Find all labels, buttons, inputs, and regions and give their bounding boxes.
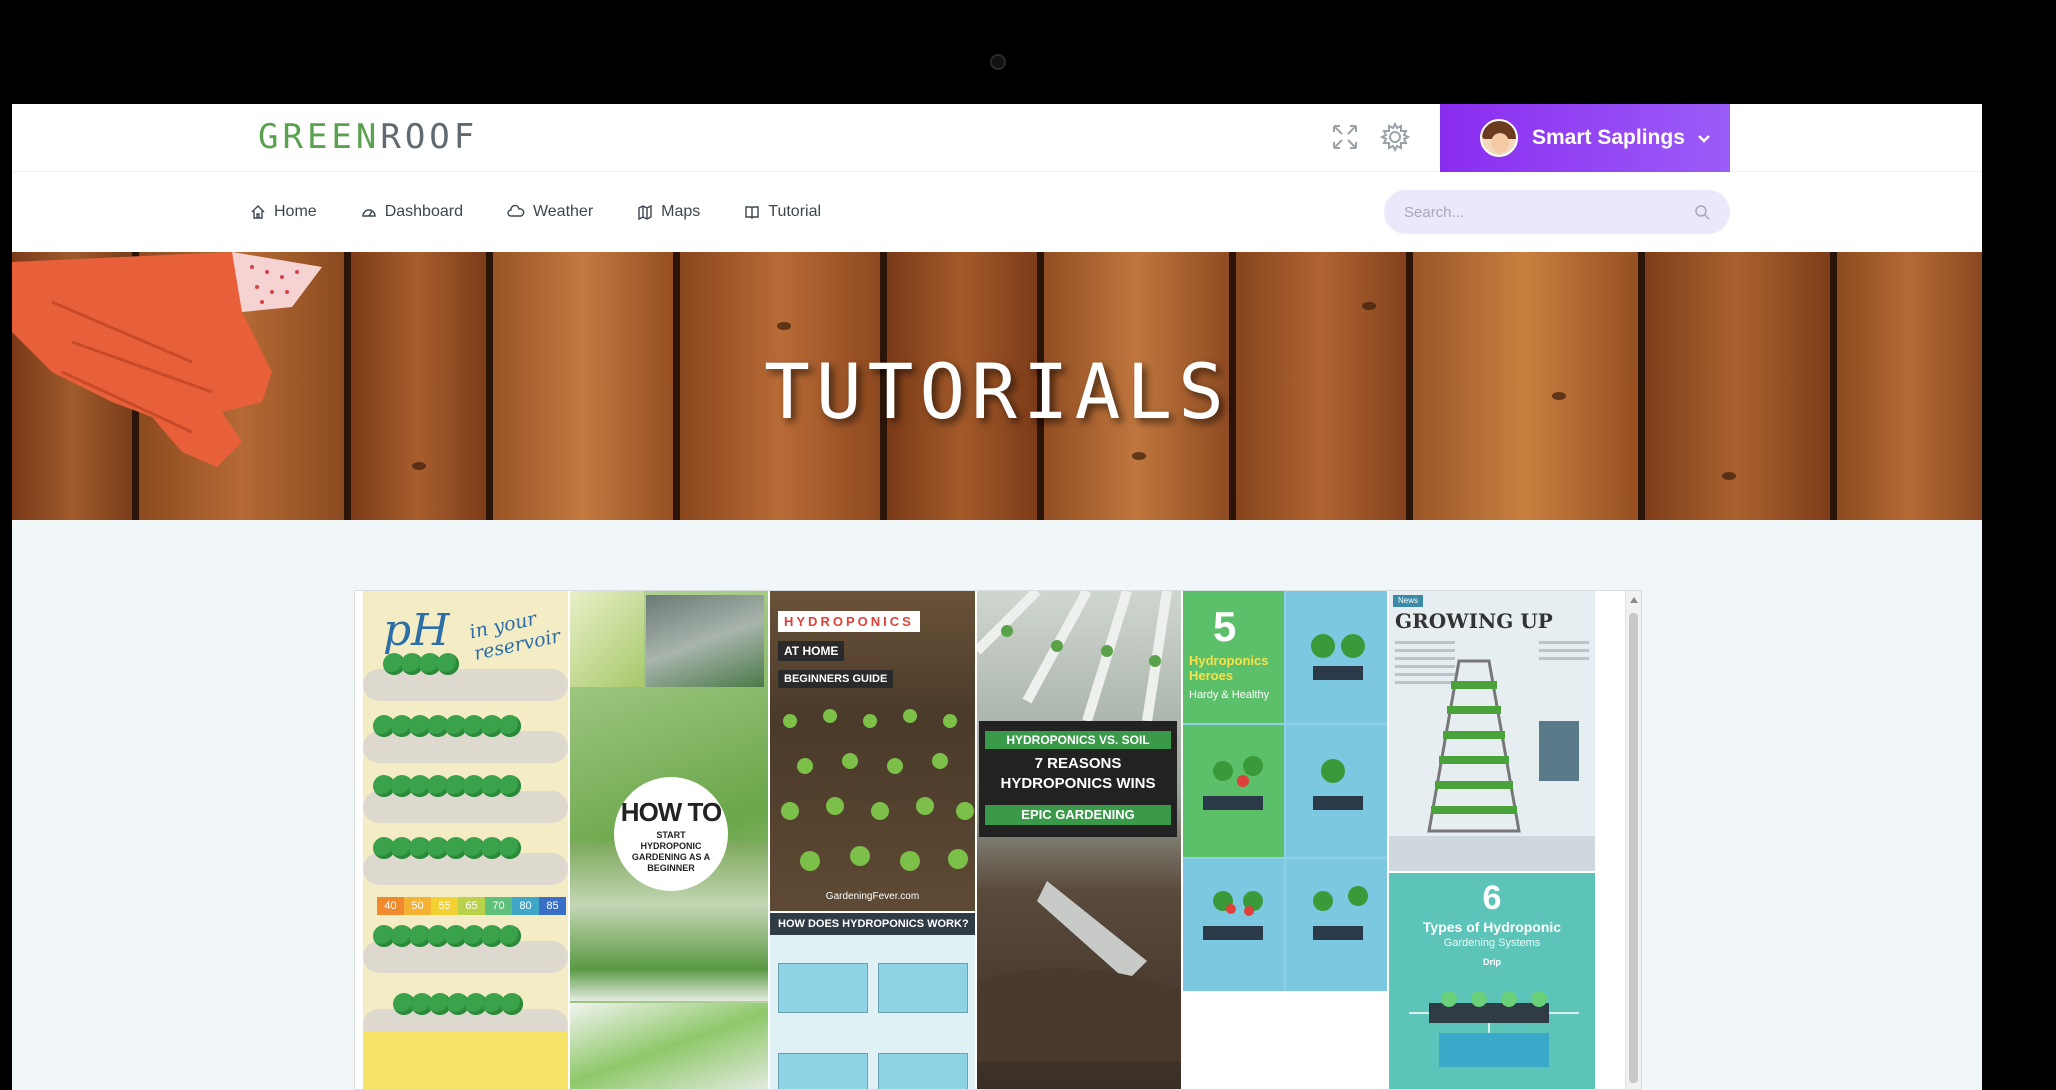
epic-gardening-label: EPIC GARDENING bbox=[985, 805, 1171, 825]
search-input[interactable] bbox=[1404, 203, 1694, 221]
book-icon bbox=[745, 206, 759, 219]
tutorial-card-hydroponics-vs-soil[interactable]: HYDROPONICS VS. SOIL 7 REASONS HYDROPONI… bbox=[977, 591, 1181, 1089]
ph-scale-value: 50 bbox=[404, 897, 431, 915]
growing-up-article: News GROWING UP bbox=[1389, 591, 1595, 871]
nav-item-maps[interactable]: Maps bbox=[637, 203, 700, 221]
types-number: 6 bbox=[1482, 879, 1502, 917]
brand-logo[interactable]: GREENROOF bbox=[258, 112, 478, 162]
wins-heading: HYDROPONICS WINS bbox=[1000, 775, 1156, 792]
heroes-infographic: 5 Hydroponics Heroes Hardy & Healthy bbox=[1183, 591, 1387, 991]
nav-item-weather[interactable]: Weather bbox=[507, 203, 593, 221]
home-icon bbox=[251, 205, 265, 219]
nav-menu: Home Dashboard Weather Maps Tutorial bbox=[250, 172, 865, 252]
nav-item-dashboard[interactable]: Dashboard bbox=[361, 203, 463, 221]
beginners-guide-label: BEGINNERS GUIDE bbox=[778, 670, 894, 688]
avatar bbox=[1480, 119, 1518, 157]
seedlings-photo: HYDROPONICS AT HOME BEGINNERS GUIDE Gard… bbox=[770, 591, 975, 911]
chevron-down-icon bbox=[1697, 129, 1711, 148]
types-subtitle: Gardening Systems bbox=[1443, 937, 1541, 949]
tutorial-card-hydroponics-heroes[interactable]: 5 Hydroponics Heroes Hardy & Healthy bbox=[1183, 591, 1387, 991]
brand-logo-part2: ROOF bbox=[380, 117, 479, 157]
ph-subtitle: in your reservoir bbox=[467, 607, 563, 665]
nav-item-label: Maps bbox=[661, 203, 701, 220]
tutorials-banner: TUTORIALS bbox=[12, 252, 1982, 520]
ph-scale-value: 55 bbox=[431, 897, 458, 915]
tutorial-gallery: pH in your reservoir 40 50 55 65 70 80 8… bbox=[354, 590, 1642, 1090]
brand-logo-part1: GREEN bbox=[258, 117, 381, 157]
types-of-hydroponic-infographic: 6 Types of Hydroponic Gardening Systems … bbox=[1389, 873, 1595, 1089]
user-name: Smart Saplings bbox=[1532, 126, 1685, 149]
ph-scale-value: 85 bbox=[539, 897, 566, 915]
ph-scale: 40 50 55 65 70 80 85 bbox=[377, 897, 566, 915]
gear-icon[interactable] bbox=[1378, 120, 1412, 154]
scroll-up-arrow-icon[interactable] bbox=[1630, 597, 1638, 603]
tutorial-card-how-to-start[interactable]: HOW TO START HYDROPONIC GARDENING AS A B… bbox=[570, 591, 768, 1089]
device-frame: GREENROOF Smart Saplings Home Dashboard … bbox=[0, 0, 2056, 1090]
tutorial-card-growing-up[interactable]: News GROWING UP 6 Types of Hydroponic Ga… bbox=[1389, 591, 1595, 1089]
how-to-badge: HOW TO START HYDROPONIC GARDENING AS A B… bbox=[614, 777, 728, 891]
how-to-heading: HOW TO bbox=[620, 797, 722, 827]
scroll-thumb[interactable] bbox=[1629, 613, 1638, 1083]
ph-scale-value: 70 bbox=[485, 897, 512, 915]
nav-bar: Home Dashboard Weather Maps Tutorial bbox=[12, 172, 1982, 252]
site-credit: GardeningFever.com bbox=[825, 891, 920, 902]
how-works-infographic: HOW DOES HYDROPONICS WORK? bbox=[770, 913, 975, 1089]
reasons-heading: 7 REASONS bbox=[1034, 755, 1122, 772]
user-menu-button[interactable]: Smart Saplings bbox=[1440, 104, 1730, 172]
dashboard-icon bbox=[361, 209, 376, 217]
drip-label: Drip bbox=[1483, 957, 1501, 967]
ph-scale-value: 80 bbox=[512, 897, 539, 915]
nav-item-tutorial[interactable]: Tutorial bbox=[744, 203, 821, 221]
how-to-lines: START HYDROPONIC GARDENING AS A BEGINNER bbox=[631, 830, 711, 873]
nav-item-label: Weather bbox=[532, 203, 594, 220]
vs-soil-heading: HYDROPONICS VS. SOIL bbox=[985, 731, 1171, 749]
app-screen: GREENROOF Smart Saplings Home Dashboard … bbox=[12, 104, 1982, 1090]
news-tag: News bbox=[1393, 595, 1423, 607]
fullscreen-icon[interactable] bbox=[1328, 120, 1362, 154]
nav-item-home[interactable]: Home bbox=[250, 203, 317, 221]
map-icon bbox=[638, 204, 652, 220]
epic-gardening-card: HYDROPONICS VS. SOIL 7 REASONS HYDROPONI… bbox=[979, 721, 1177, 837]
top-bar: GREENROOF Smart Saplings bbox=[12, 104, 1982, 172]
search-box bbox=[1384, 190, 1730, 234]
tutorial-card-ph[interactable]: pH in your reservoir 40 50 55 65 70 80 8… bbox=[363, 591, 568, 1089]
types-title: Types of Hydroponic bbox=[1422, 919, 1562, 935]
how-works-title: HOW DOES HYDROPONICS WORK? bbox=[770, 913, 975, 935]
ph-infographic: pH in your reservoir 40 50 55 65 70 80 8… bbox=[363, 591, 568, 1089]
nav-item-label: Dashboard bbox=[384, 203, 463, 220]
hydroponics-label: HYDROPONICS bbox=[778, 611, 920, 632]
banner-title: TUTORIALS bbox=[764, 347, 1230, 436]
camera-icon bbox=[990, 54, 1006, 70]
cloud-icon bbox=[507, 204, 525, 217]
ph-scale-value: 65 bbox=[458, 897, 485, 915]
hydroponics-vs-soil-photo: HYDROPONICS VS. SOIL 7 REASONS HYDROPONI… bbox=[977, 591, 1181, 1089]
gallery-scrollbar[interactable] bbox=[1625, 591, 1641, 1089]
at-home-label: AT HOME bbox=[778, 641, 845, 661]
nav-item-label: Tutorial bbox=[768, 203, 822, 220]
search-icon[interactable] bbox=[1694, 204, 1710, 220]
ph-title: pH bbox=[383, 605, 450, 656]
nav-item-label: Home bbox=[274, 203, 317, 220]
tutorial-card-hydroponics-at-home[interactable]: HYDROPONICS AT HOME BEGINNERS GUIDE Gard… bbox=[770, 591, 975, 1089]
how-to-photo: HOW TO START HYDROPONIC GARDENING AS A B… bbox=[570, 591, 768, 1089]
ph-scale-value: 40 bbox=[377, 897, 404, 915]
